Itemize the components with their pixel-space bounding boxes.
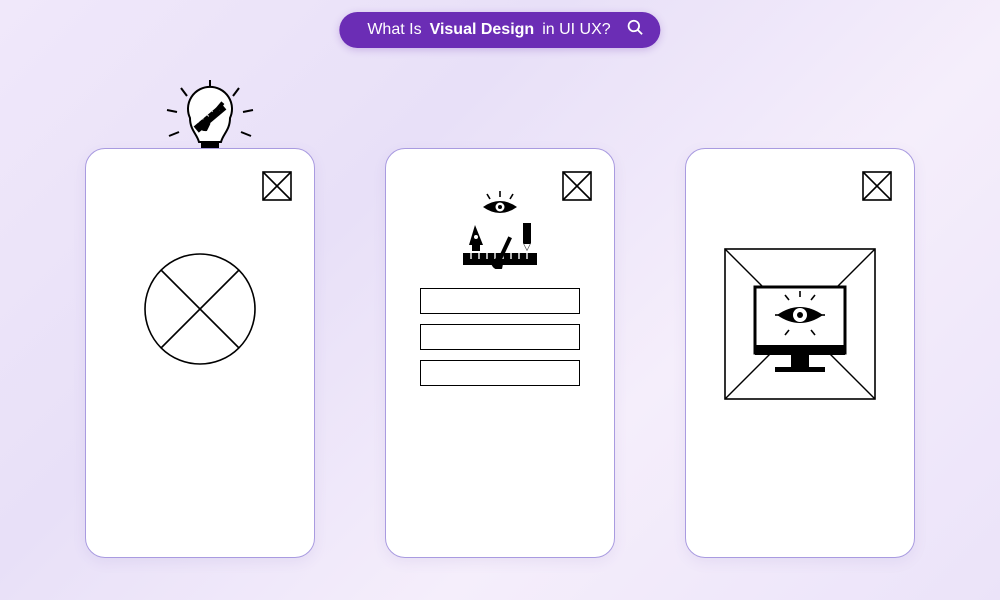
wireframe-card-2 xyxy=(385,148,615,558)
wireframe-card-1 xyxy=(85,148,315,558)
search-text-prefix: What Is xyxy=(367,21,421,39)
search-text-bold: Visual Design xyxy=(430,21,535,39)
form-row xyxy=(420,288,580,314)
placeholder-box-icon xyxy=(862,171,892,201)
placeholder-box-icon xyxy=(262,171,292,201)
monitor-eye-placeholder-icon xyxy=(715,239,885,424)
circle-placeholder-icon xyxy=(140,249,260,374)
wireframe-cards-row xyxy=(0,148,1000,558)
wireframe-card-3 xyxy=(685,148,915,558)
form-rows xyxy=(420,288,580,396)
search-pill[interactable]: What Is Visual Design in UI UX? xyxy=(339,12,660,48)
search-text-suffix: in UI UX? xyxy=(542,21,610,39)
design-tools-eye-icon xyxy=(445,189,555,274)
search-icon xyxy=(627,19,645,42)
form-row xyxy=(420,324,580,350)
form-row xyxy=(420,360,580,386)
